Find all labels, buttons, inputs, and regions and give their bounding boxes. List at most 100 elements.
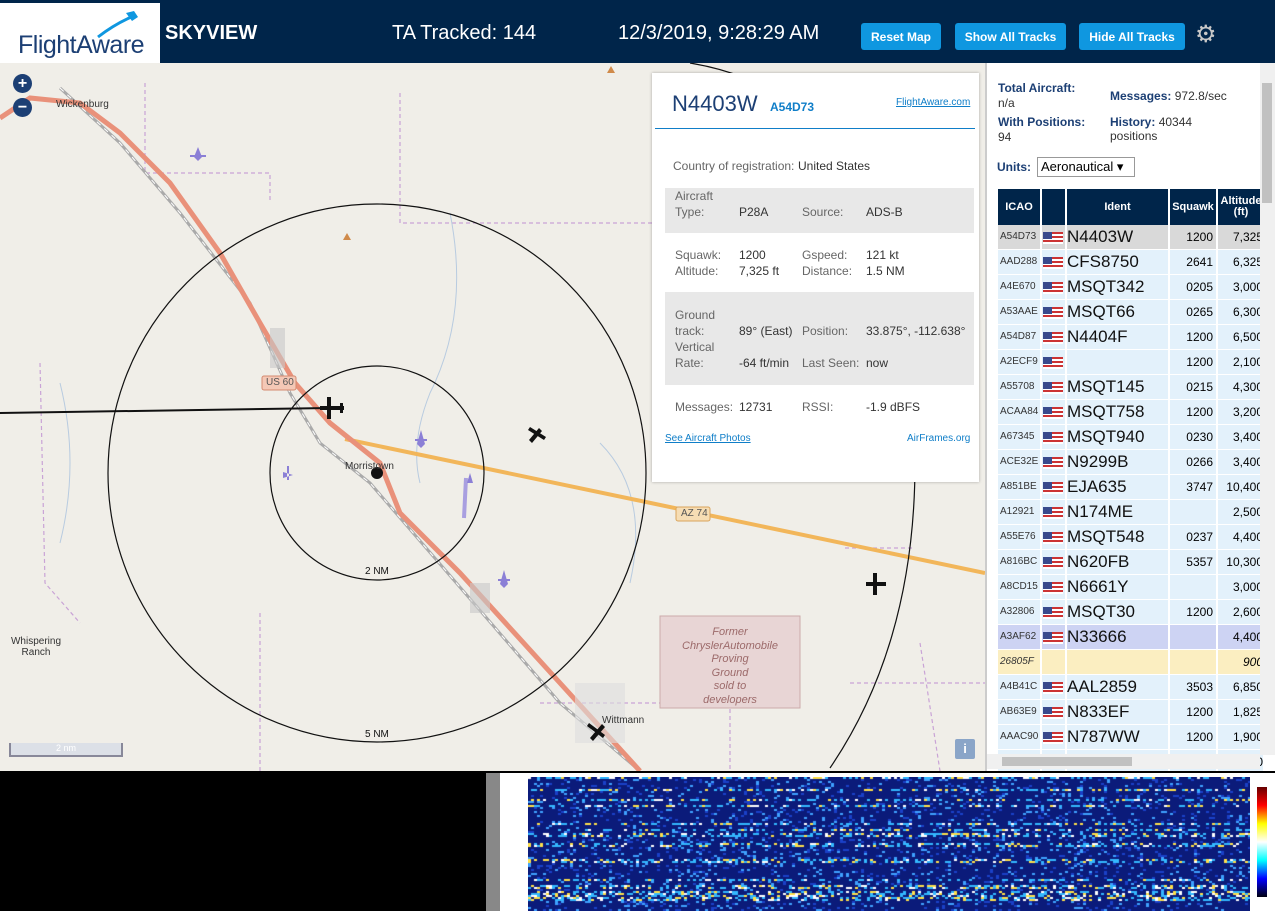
col-ident[interactable]: Ident — [1067, 189, 1169, 225]
row-squawk: 1200 — [1170, 400, 1217, 424]
table-row[interactable]: AAD288 CFS8750 2641 6,325 — [998, 250, 1264, 274]
row-altitude: 2,100 — [1218, 350, 1264, 374]
type-label: Type: — [675, 205, 705, 219]
us-flag-icon — [1043, 382, 1063, 394]
tracked-count: TA Tracked: 144 — [392, 22, 537, 44]
row-altitude: 6,500 — [1218, 325, 1264, 349]
place-label: Morristown — [345, 461, 394, 472]
table-row[interactable]: A32806 MSQT30 1200 2,600 — [998, 600, 1264, 624]
table-row[interactable]: A8CD15 N6661Y 3,000 — [998, 575, 1264, 599]
messages-rate: Messages: 972.8/sec — [1110, 89, 1227, 103]
clock: 12/3/2019, 9:28:29 AM — [618, 22, 820, 44]
hide-all-tracks-button[interactable]: Hide All Tracks — [1079, 23, 1185, 50]
table-row[interactable]: A67345 MSQT940 0230 3,400 — [998, 425, 1264, 449]
info-button[interactable]: i — [955, 739, 975, 759]
vertical-scrollbar[interactable] — [1260, 63, 1275, 755]
table-row[interactable]: A4E670 MSQT342 0205 3,000 — [998, 275, 1264, 299]
row-flag — [1042, 375, 1066, 399]
row-ident: MSQT758 — [1067, 400, 1169, 424]
row-altitude: 3,000 — [1218, 575, 1264, 599]
table-row[interactable]: A12921 N174ME 2,500 — [998, 500, 1264, 524]
units-select[interactable]: Aeronautical ▾ — [1037, 157, 1135, 177]
row-flag — [1042, 600, 1066, 624]
row-squawk — [1170, 650, 1217, 674]
us-flag-icon — [1043, 407, 1063, 419]
position-value: 33.875°, -112.638° — [866, 324, 966, 338]
row-ident: MSQT145 — [1067, 375, 1169, 399]
table-row[interactable]: A54D87 N4404F 1200 6,500 — [998, 325, 1264, 349]
waterfall-display — [528, 777, 1250, 911]
col-altitude[interactable]: Altitude (ft) — [1218, 189, 1264, 225]
row-squawk: 3503 — [1170, 675, 1217, 699]
table-row[interactable]: A55E76 MSQT548 0237 4,400 — [998, 525, 1264, 549]
row-altitude: 1,900 — [1218, 725, 1264, 749]
table-row[interactable]: A4B41C AAL2859 3503 6,850 — [998, 675, 1264, 699]
row-icao: A3AF62 — [998, 625, 1041, 649]
col-flag[interactable] — [1042, 189, 1066, 225]
row-squawk: 0237 — [1170, 525, 1217, 549]
reset-map-button[interactable]: Reset Map — [861, 23, 941, 50]
table-row[interactable]: ACAA84 MSQT758 1200 3,200 — [998, 400, 1264, 424]
table-row[interactable]: A55708 MSQT145 0215 4,300 — [998, 375, 1264, 399]
show-all-tracks-button[interactable]: Show All Tracks — [955, 23, 1066, 50]
row-flag — [1042, 350, 1066, 374]
row-icao: A32806 — [998, 600, 1041, 624]
row-squawk: 2641 — [1170, 250, 1217, 274]
row-ident: N4403W — [1067, 225, 1169, 249]
table-row[interactable]: AAAC90 N787WW 1200 1,900 — [998, 725, 1264, 749]
row-icao: ACE32E — [998, 450, 1041, 474]
row-altitude: 900 — [1218, 650, 1264, 674]
altitude-value: 7,325 ft — [739, 264, 780, 278]
airframes-link[interactable]: AirFrames.org — [907, 433, 970, 444]
table-row[interactable]: ACE32E N9299B 0266 3,400 — [998, 450, 1264, 474]
panel-divider[interactable] — [486, 773, 500, 911]
units-label: Units: — [997, 160, 1031, 174]
flightaware-link[interactable]: FlightAware.com — [896, 97, 970, 108]
logo-text: FlightAware — [18, 31, 145, 59]
country-label: Country of registration: — [673, 159, 795, 173]
row-ident: MSQT66 — [1067, 300, 1169, 324]
aircraft-photos-link[interactable]: See Aircraft Photos — [665, 433, 751, 444]
us-flag-icon — [1043, 457, 1063, 469]
row-ident: MSQT342 — [1067, 275, 1169, 299]
us-flag-icon — [1043, 507, 1063, 519]
distance-label: Distance: — [802, 264, 853, 278]
table-row[interactable]: A851BE EJA635 3747 10,400 — [998, 475, 1264, 499]
road-label: AZ 74 — [681, 508, 708, 519]
col-icao[interactable]: ICAO — [998, 189, 1041, 225]
zoom-out-button[interactable]: − — [13, 98, 32, 117]
table-row[interactable]: 26805F 900 — [998, 650, 1264, 674]
row-flag — [1042, 325, 1066, 349]
us-flag-icon — [1043, 532, 1063, 544]
row-squawk: 1200 — [1170, 350, 1217, 374]
table-row[interactable]: A2ECF9 1200 2,100 — [998, 350, 1264, 374]
row-squawk — [1170, 625, 1217, 649]
row-altitude: 6,850 — [1218, 675, 1264, 699]
us-flag-icon — [1043, 607, 1063, 619]
us-flag-icon — [1043, 482, 1063, 494]
us-flag-icon — [1043, 332, 1063, 344]
table-row[interactable]: AB63E9 N833EF 1200 1,825 — [998, 700, 1264, 724]
scroll-thumb[interactable] — [1002, 757, 1132, 766]
table-row[interactable]: A816BC N620FB 5357 10,300 — [998, 550, 1264, 574]
zoom-in-button[interactable]: + — [13, 74, 32, 93]
row-icao: A54D73 — [998, 225, 1041, 249]
scroll-thumb[interactable] — [1262, 83, 1272, 203]
row-flag — [1042, 550, 1066, 574]
poi-label: Former ChryslerAutomobile Proving Ground sol… — [682, 626, 778, 706]
table-row[interactable]: A53AAE MSQT66 0265 6,300 — [998, 300, 1264, 324]
us-flag-icon — [1043, 432, 1063, 444]
row-altitude: 4,400 — [1218, 625, 1264, 649]
table-row[interactable]: A3AF62 N33666 4,400 — [998, 625, 1264, 649]
horizontal-scrollbar[interactable] — [987, 754, 1260, 769]
table-row[interactable]: A54D73 N4403W 1200 7,325 — [998, 225, 1264, 249]
track-label: Ground — [675, 308, 716, 322]
col-squawk[interactable]: Squawk — [1170, 189, 1217, 225]
row-ident: MSQT30 — [1067, 600, 1169, 624]
type-label: Aircraft — [675, 189, 714, 203]
row-altitude: 3,200 — [1218, 400, 1264, 424]
flightaware-logo[interactable]: FlightAware — [0, 3, 160, 63]
us-flag-icon — [1043, 632, 1063, 644]
settings-gear-icon[interactable]: ⚙ — [1195, 20, 1217, 49]
row-flag — [1042, 650, 1066, 674]
